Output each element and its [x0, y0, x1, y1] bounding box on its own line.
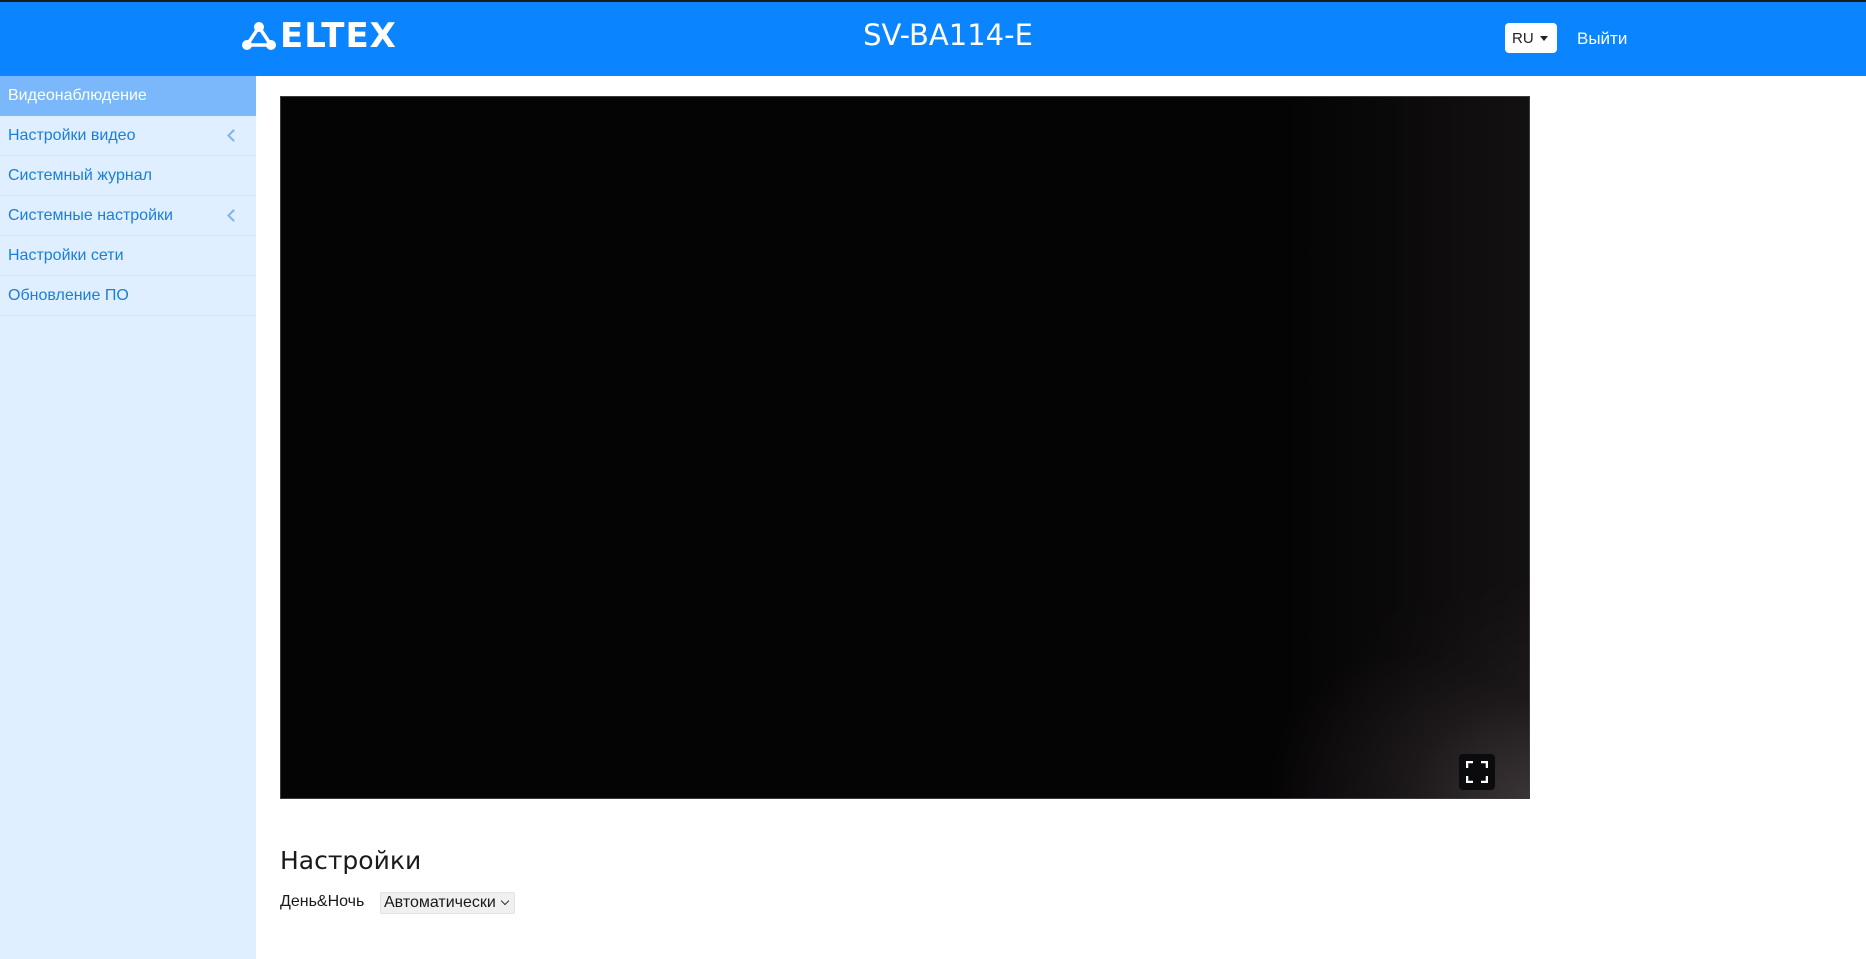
logo-text: ELTEX [280, 16, 397, 56]
video-frame [281, 97, 1529, 798]
sidebar-item-network-settings[interactable]: Настройки сети [0, 236, 256, 276]
sidebar-item-label: Системный журнал [8, 167, 152, 184]
top-header: ELTEX SV-BA114-E RU Выйти [0, 0, 1866, 76]
language-select[interactable]: RU [1505, 23, 1557, 53]
sidebar-item-label: Обновление ПО [8, 287, 129, 304]
settings-heading: Настройки [280, 846, 422, 875]
day-night-label: День&Ночь [280, 893, 365, 910]
caret-down-icon [1540, 36, 1548, 41]
chevron-down-icon [500, 896, 510, 906]
sidebar-item-firmware-update[interactable]: Обновление ПО [0, 276, 256, 316]
sidebar-item-video-settings[interactable]: Настройки видео [0, 116, 256, 156]
sidebar-item-system-log[interactable]: Системный журнал [0, 156, 256, 196]
language-value: RU [1512, 29, 1534, 47]
sidebar-item-label: Видеонаблюдение [8, 87, 147, 104]
sidebar-item-video-surveillance[interactable]: Видеонаблюдение [0, 76, 256, 116]
video-player[interactable] [280, 96, 1530, 799]
sidebar: Видеонаблюдение Настройки видео Системны… [0, 76, 256, 959]
day-night-select[interactable]: Автоматически [380, 892, 515, 914]
chevron-left-icon [227, 209, 240, 222]
eltex-logo[interactable]: ELTEX [242, 16, 397, 56]
fullscreen-button[interactable] [1459, 754, 1495, 790]
sidebar-item-label: Настройки сети [8, 247, 124, 264]
sidebar-item-label: Системные настройки [8, 207, 173, 224]
chevron-left-icon [227, 129, 240, 142]
eltex-logo-icon [242, 22, 276, 50]
logout-link[interactable]: Выйти [1577, 29, 1627, 49]
fullscreen-icon [1466, 761, 1488, 783]
sidebar-item-system-settings[interactable]: Системные настройки [0, 196, 256, 236]
day-night-value: Автоматически [384, 894, 496, 911]
sidebar-item-label: Настройки видео [8, 127, 136, 144]
